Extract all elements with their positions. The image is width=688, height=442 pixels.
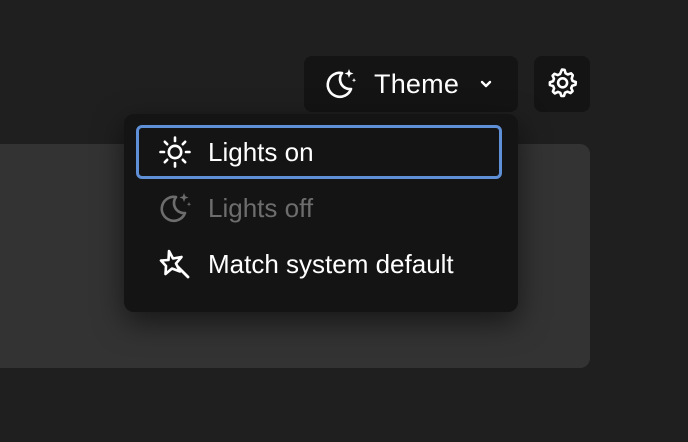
menu-item-match-system-default[interactable]: Match system default <box>124 236 518 292</box>
theme-button[interactable]: Theme <box>304 56 518 112</box>
menu-item-lights-on[interactable]: Lights on <box>124 124 518 180</box>
sun-icon <box>158 135 192 169</box>
theme-button-label: Theme <box>374 68 460 99</box>
moon-sparkle-icon <box>158 191 192 225</box>
settings-button[interactable] <box>534 56 590 112</box>
gear-icon <box>546 66 578 103</box>
magic-wand-icon <box>158 247 192 281</box>
menu-item-label: Lights on <box>208 136 314 167</box>
moon-sparkle-icon <box>322 66 358 102</box>
theme-menu: Lights on Lights off Match system defaul… <box>124 114 518 312</box>
menu-item-label: Lights off <box>208 192 314 223</box>
chevron-down-icon <box>476 74 496 94</box>
menu-item-lights-off: Lights off <box>124 180 518 236</box>
app-root: Theme Lights on Lights off Match system … <box>0 0 688 442</box>
menu-item-label: Match system default <box>208 248 454 279</box>
